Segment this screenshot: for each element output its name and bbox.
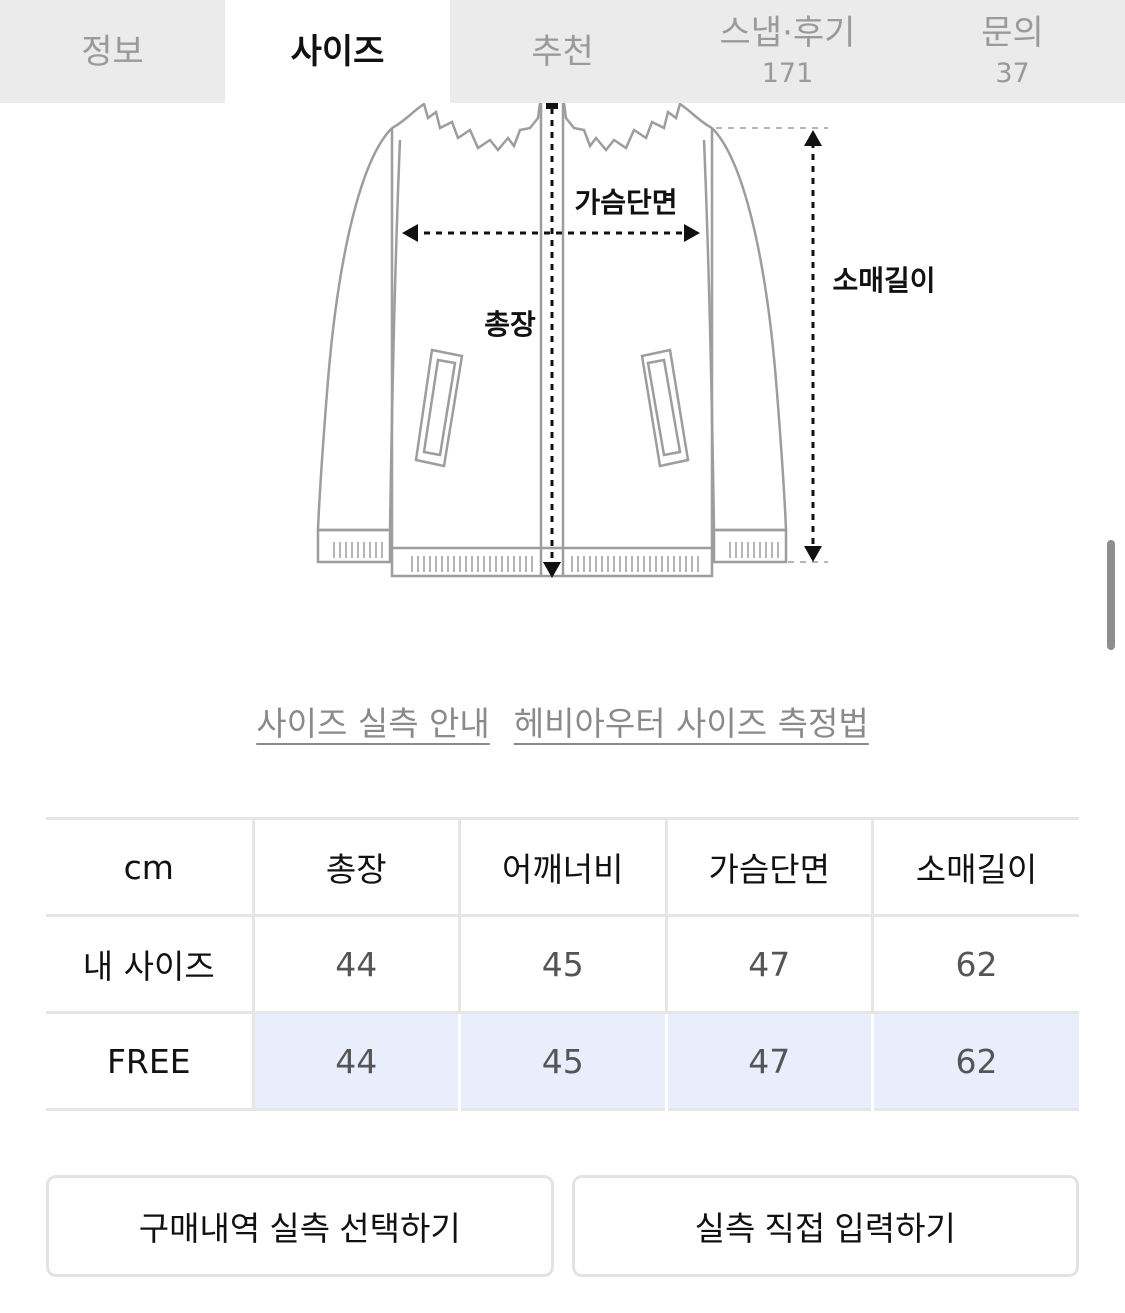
column-header-chest: 가슴단면	[666, 818, 874, 916]
tab-info[interactable]: 정보	[0, 0, 225, 103]
tab-inquiry-count: 37	[995, 57, 1030, 89]
size-guide-link[interactable]: 사이즈 실측 안내	[256, 697, 490, 745]
tab-recommend-label: 추천	[531, 31, 594, 72]
left-cuff	[316, 528, 392, 564]
chest-arrow-left	[402, 224, 418, 242]
table-cell: 45	[459, 1012, 668, 1110]
length-top-cap	[546, 103, 558, 109]
column-header-length: 총장	[253, 818, 461, 916]
sleeve-arrow-bottom	[804, 546, 822, 562]
sleeve-label: 소매길이	[832, 264, 935, 297]
select-from-purchase-history-button[interactable]: 구매내역 실측 선택하기	[46, 1175, 554, 1277]
sleeve-arrow-top	[804, 130, 822, 146]
table-cell: 62	[872, 1012, 1079, 1110]
left-sleeve	[316, 127, 393, 532]
jacket-measurement-diagram: 가슴단면 소매길이 총장	[316, 103, 936, 578]
tab-recommend[interactable]: 추천	[450, 0, 675, 103]
tab-inquiry-label: 문의	[981, 12, 1044, 53]
measure-method-link[interactable]: 헤비아우터 사이즈 측정법	[514, 697, 869, 745]
tab-info-label: 정보	[81, 31, 144, 72]
table-header-row: cm 총장 어깨너비 가슴단면 소매길이	[46, 818, 1079, 916]
tab-inquiry[interactable]: 문의 37	[900, 0, 1125, 103]
tab-size-label: 사이즈	[290, 31, 385, 72]
size-table: cm 총장 어깨너비 가슴단면 소매길이 내 사이즈 44 45 47 62 F…	[46, 817, 1079, 1111]
row-label-my-size: 내 사이즈	[46, 915, 255, 1013]
tab-bar: 정보 사이즈 추천 스냅·후기 171 문의 37	[0, 0, 1125, 103]
table-row-my-size[interactable]: 내 사이즈 44 45 47 62	[46, 915, 1079, 1013]
tab-snap-review-count: 171	[761, 57, 814, 89]
collar-right	[562, 103, 713, 152]
table-cell: 47	[666, 915, 874, 1013]
direct-input-button[interactable]: 실측 직접 입력하기	[571, 1175, 1079, 1277]
table-cell: 47	[666, 1012, 874, 1110]
guide-links: 사이즈 실측 안내 헤비아우터 사이즈 측정법	[0, 697, 1125, 745]
tab-snap-review[interactable]: 스냅·후기 171	[675, 0, 900, 103]
chest-arrow-right	[684, 224, 700, 242]
scrollbar-thumb[interactable]	[1107, 540, 1115, 650]
right-sleeve	[711, 127, 788, 532]
table-row-free[interactable]: FREE 44 45 47 62	[46, 1012, 1079, 1110]
right-cuff	[712, 528, 788, 564]
tab-size[interactable]: 사이즈	[225, 0, 450, 103]
action-buttons: 구매내역 실측 선택하기 실측 직접 입력하기	[46, 1175, 1079, 1277]
length-label: 총장	[484, 308, 536, 341]
unit-header: cm	[46, 818, 255, 916]
collar-left	[391, 103, 542, 152]
table-cell: 44	[253, 1012, 461, 1110]
column-header-shoulder: 어깨너비	[459, 818, 668, 916]
row-label-free: FREE	[46, 1012, 255, 1110]
table-cell: 44	[253, 915, 461, 1013]
table-cell: 62	[955, 944, 998, 984]
tab-snap-review-label: 스냅·후기	[719, 12, 856, 53]
chest-label: 가슴단면	[574, 186, 677, 219]
column-header-sleeve: 소매길이	[915, 850, 1038, 889]
table-cell: 45	[459, 915, 668, 1013]
